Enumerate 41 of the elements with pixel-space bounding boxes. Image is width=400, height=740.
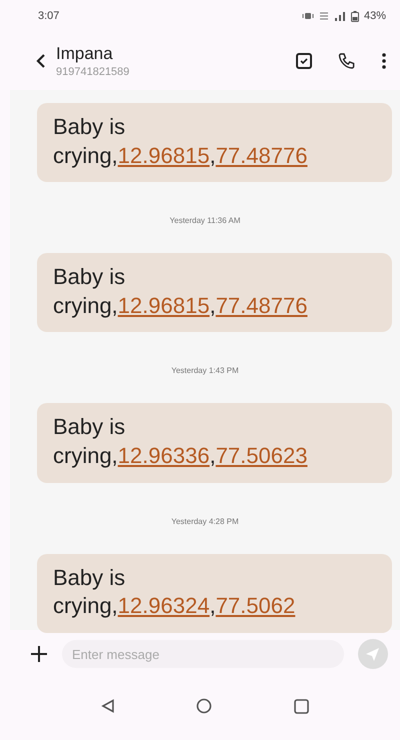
vibrate-icon (302, 12, 314, 20)
back-button[interactable] (36, 53, 46, 69)
send-icon (358, 639, 388, 669)
back-icon (36, 53, 46, 69)
coordinate-link[interactable]: 12.96815 (118, 292, 210, 318)
coordinate-link[interactable]: 12.96336 (118, 442, 210, 468)
message-text: Baby is crying,12.96815,77.48776 (37, 103, 392, 182)
coordinate-link[interactable]: 77.50623 (216, 442, 308, 468)
coordinate-link[interactable]: 77.48776 (216, 292, 308, 318)
back-nav-button[interactable] (100, 699, 115, 713)
phone-icon (338, 52, 356, 70)
checkbox-icon (296, 53, 312, 69)
square-icon (294, 698, 310, 714)
network-icon (318, 12, 329, 20)
message-timestamp: Yesterday 4:28 PM (171, 516, 239, 526)
coordinate-link[interactable]: 12.96324 (118, 593, 210, 618)
message-timestamp: Yesterday 11:36 AM (170, 216, 240, 226)
contact-number: 919741821589 (56, 66, 130, 78)
home-button[interactable] (196, 698, 212, 714)
signal-icon (334, 12, 346, 20)
message-timestamp: Yesterday 1:43 PM (171, 366, 239, 376)
battery-icon (350, 10, 359, 22)
coordinate-link[interactable]: 12.96815 (118, 142, 210, 168)
triangle-icon (100, 699, 115, 713)
coordinate-link[interactable]: 77.5062 (216, 593, 296, 618)
battery-percent: 43% (364, 10, 386, 22)
plus-icon (30, 645, 48, 663)
message-input[interactable]: Enter message (62, 640, 344, 668)
status-time: 3:07 (38, 10, 60, 22)
select-button[interactable] (296, 53, 312, 69)
coordinate-link[interactable]: 77.48776 (216, 142, 308, 168)
circle-icon (196, 698, 212, 714)
message-text: Baby is crying,12.96815,77.48776 (37, 253, 392, 332)
contact-name: Impana (56, 44, 114, 64)
recents-button[interactable] (294, 698, 310, 714)
more-icon (382, 53, 386, 69)
message-text: Baby is crying,12.96336,77.50623 (37, 403, 392, 483)
message-text: Baby is crying,12.96324,77.5062 (37, 554, 392, 633)
call-button[interactable] (338, 52, 356, 70)
more-button[interactable] (382, 53, 386, 69)
attach-button[interactable] (30, 645, 48, 663)
